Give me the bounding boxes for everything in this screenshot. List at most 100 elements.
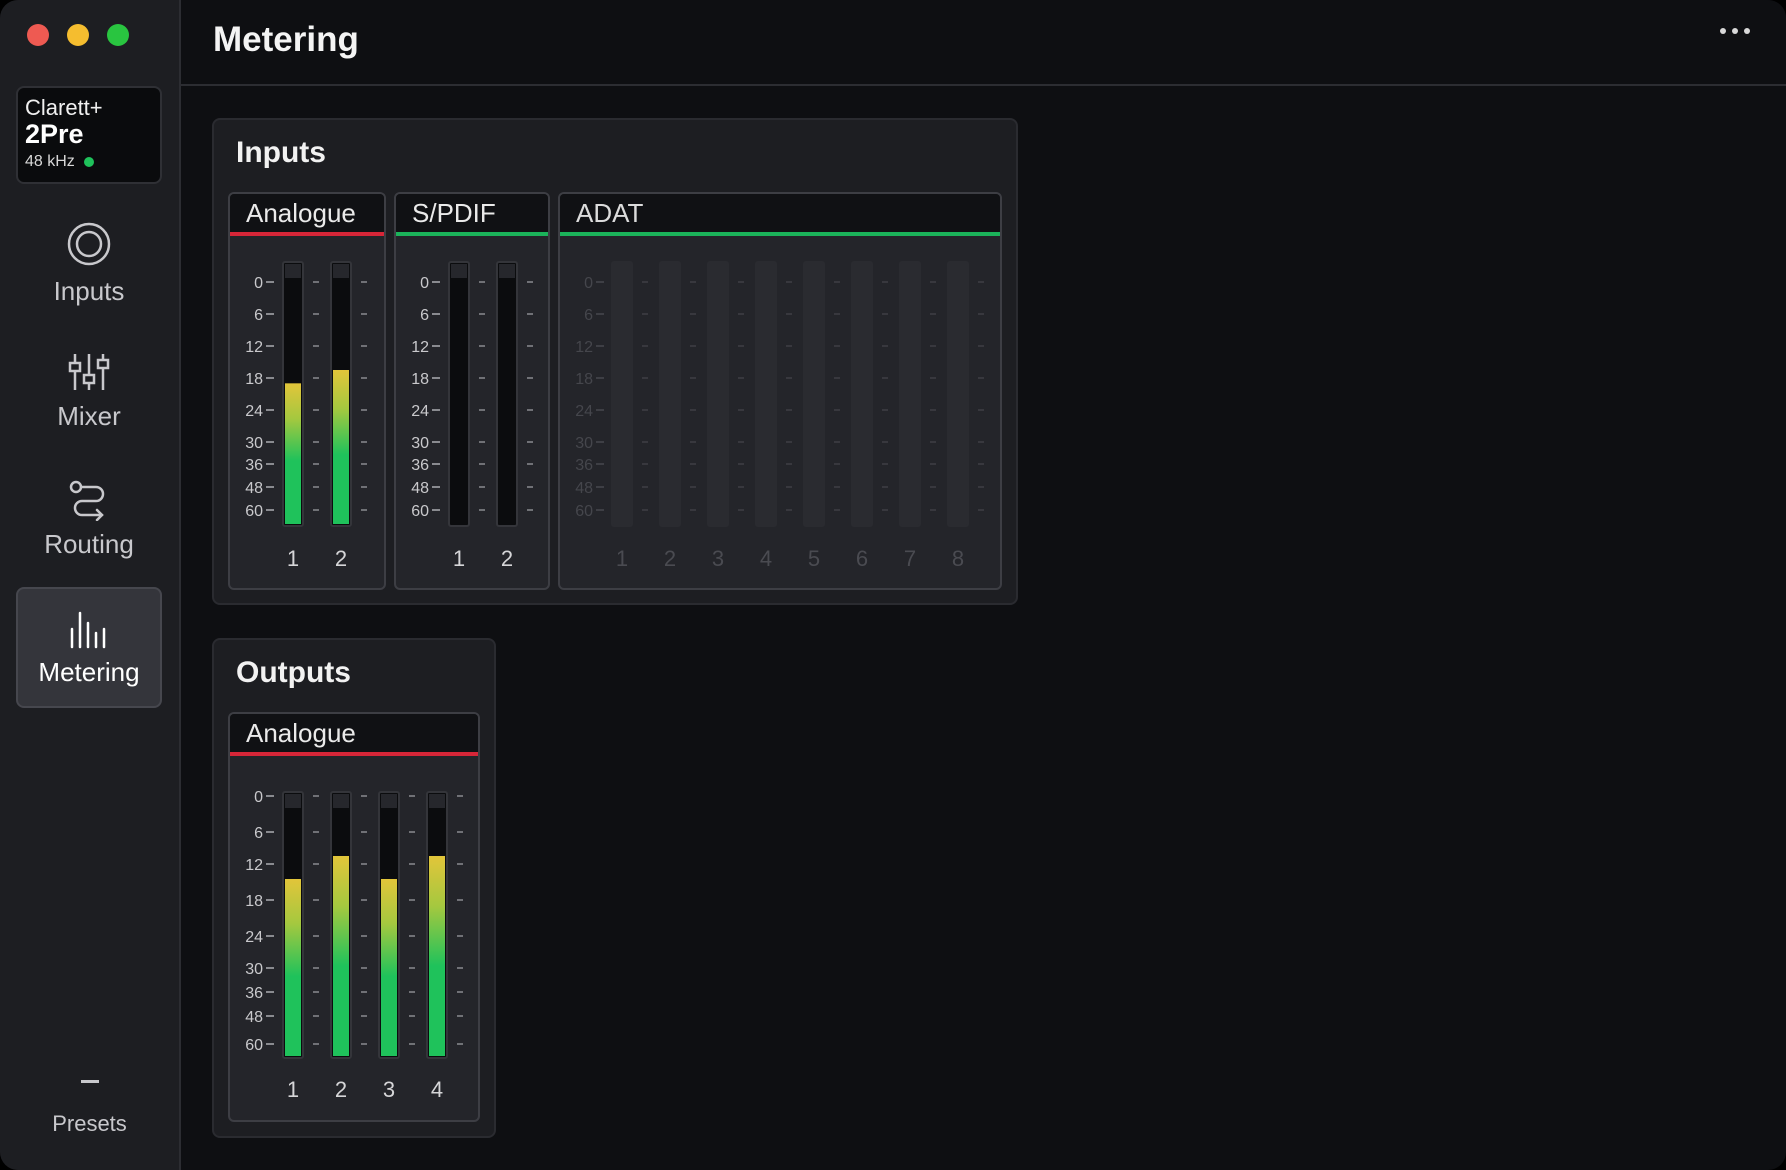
sidebar: Clarett+ 2Pre 48 kHz Inputs Mixer Routin… — [0, 0, 181, 1170]
meter-track — [851, 261, 873, 527]
scale-label: 30 — [411, 435, 429, 452]
channel-label: 4 — [760, 546, 772, 571]
meter-svg: 06121824303648601 2 3 4 — [245, 789, 463, 1102]
meter-track — [448, 261, 470, 527]
scale-label: 60 — [411, 503, 429, 520]
meter-track — [803, 261, 825, 527]
group-header: Analogue — [230, 194, 384, 236]
routing-icon — [69, 480, 105, 521]
channel-label: 4 — [431, 1077, 443, 1102]
meter-clip-indicator — [451, 264, 467, 278]
input-group-spdif: 0 6 12 18 24 30 36 48 60 1 2 S/PDIF — [394, 192, 550, 590]
channel-label: 1 — [287, 546, 299, 571]
scale-label: 0 — [584, 275, 593, 292]
scale-label: 6 — [254, 825, 263, 842]
scale-label: 36 — [411, 457, 429, 474]
sidebar-item-metering[interactable]: Metering — [16, 587, 162, 708]
scale-label: 0 — [254, 275, 263, 292]
channel-label: 2 — [335, 546, 347, 571]
scale-label: 0 — [254, 789, 263, 806]
zoom-window-button[interactable] — [107, 24, 129, 46]
scale-label: 48 — [245, 480, 263, 497]
meter-svg: 06121824303648601 2 — [411, 261, 533, 571]
close-window-button[interactable] — [27, 24, 49, 46]
scale-label: 18 — [245, 893, 263, 910]
channel-label: 6 — [856, 546, 868, 571]
mixer-sliders-icon — [68, 354, 110, 390]
inputs-circle-icon — [67, 222, 111, 266]
input-group-analogue: 0 6 12 18 24 30 36 48 60 1 2 Analogue — [228, 192, 386, 590]
input-group-adat: 0 6 12 18 24 30 36 48 60 1 2 3 4 5 6 7 8 ADAT — [558, 192, 1002, 590]
scale-label: 6 — [584, 307, 593, 324]
title-bar: Metering — [181, 0, 1786, 86]
channel-label: 8 — [952, 546, 964, 571]
device-model: 2Pre — [25, 119, 84, 149]
outputs-panel-title: Outputs — [236, 656, 351, 689]
channel-label: 1 — [616, 546, 628, 571]
sidebar-item-routing[interactable]: Routing — [16, 462, 162, 583]
group-header: S/PDIF — [396, 194, 548, 236]
scale-label: 6 — [254, 307, 263, 324]
scale-label: 36 — [245, 985, 263, 1002]
sample-rate-label: 48 kHz — [25, 153, 75, 170]
meter-clip-indicator — [285, 264, 301, 278]
meter-level-bar — [381, 879, 397, 1056]
meter-svg: 06121824303648601 2 3 4 5 6 7 8 — [575, 261, 984, 571]
meter-clip-indicator — [333, 264, 349, 278]
scale-label: 30 — [245, 961, 263, 978]
meter-track — [947, 261, 969, 527]
scale-label: 60 — [575, 503, 593, 520]
channel-label: 3 — [712, 546, 724, 571]
scale-label: 12 — [411, 339, 429, 356]
metering-bars-icon — [70, 611, 106, 649]
meter-svg: 06121824303648601 2 — [245, 261, 367, 571]
meter-clip-indicator — [429, 794, 445, 808]
sidebar-item-inputs[interactable]: Inputs — [16, 206, 162, 327]
sidebar-item-label: Routing — [44, 529, 134, 559]
scale-label: 24 — [411, 403, 429, 420]
meter-track — [899, 261, 921, 527]
scale-label: 48 — [245, 1009, 263, 1026]
device-brand: Clarett+ — [25, 95, 103, 120]
sample-rate: 48 kHz — [25, 153, 160, 171]
scale-label: 24 — [575, 403, 593, 420]
channel-label: 5 — [808, 546, 820, 571]
scale-label: 18 — [411, 371, 429, 388]
meter-clip-indicator — [381, 794, 397, 808]
meter-track — [496, 261, 518, 527]
group-header: Analogue — [230, 714, 478, 756]
channel-label: 2 — [335, 1077, 347, 1102]
meter-level-bar — [285, 879, 301, 1056]
scale-label: 48 — [411, 480, 429, 497]
channel-label: 2 — [501, 546, 513, 571]
sidebar-item-mixer[interactable]: Mixer — [16, 334, 162, 455]
window-controls — [27, 24, 129, 46]
output-group-analogue: 0 6 12 18 24 30 36 48 60 1 2 3 4 Analogue — [228, 712, 480, 1122]
inputs-panel-title: Inputs — [236, 136, 326, 169]
meter-track — [611, 261, 633, 527]
ellipsis-icon[interactable] — [1720, 28, 1750, 34]
status-dot-icon — [83, 157, 94, 167]
scale-label: 12 — [245, 857, 263, 874]
scale-label: 24 — [245, 929, 263, 946]
channel-label: 3 — [383, 1077, 395, 1102]
meter-level-bar — [429, 856, 445, 1056]
scale-label: 24 — [245, 403, 263, 420]
device-card[interactable]: Clarett+ 2Pre 48 kHz — [16, 86, 162, 184]
sidebar-item-label: Inputs — [53, 276, 125, 306]
minus-icon — [80, 1080, 99, 1083]
channel-label: 2 — [664, 546, 676, 571]
presets-button[interactable]: Presets — [0, 1080, 179, 1137]
meter-clip-indicator — [499, 264, 515, 278]
scale-label: 36 — [245, 457, 263, 474]
app-window: Clarett+ 2Pre 48 kHz Inputs Mixer Routin… — [0, 0, 1786, 1170]
meter-level-bar — [333, 370, 349, 524]
scale-label: 60 — [245, 1037, 263, 1054]
channel-label: 1 — [287, 1077, 299, 1102]
meter-clip-indicator — [333, 794, 349, 808]
sidebar-item-label: Metering — [38, 657, 140, 687]
minimize-window-button[interactable] — [67, 24, 89, 46]
group-header: ADAT — [560, 194, 1000, 236]
channel-label: 1 — [453, 546, 465, 571]
scale-label: 30 — [575, 435, 593, 452]
